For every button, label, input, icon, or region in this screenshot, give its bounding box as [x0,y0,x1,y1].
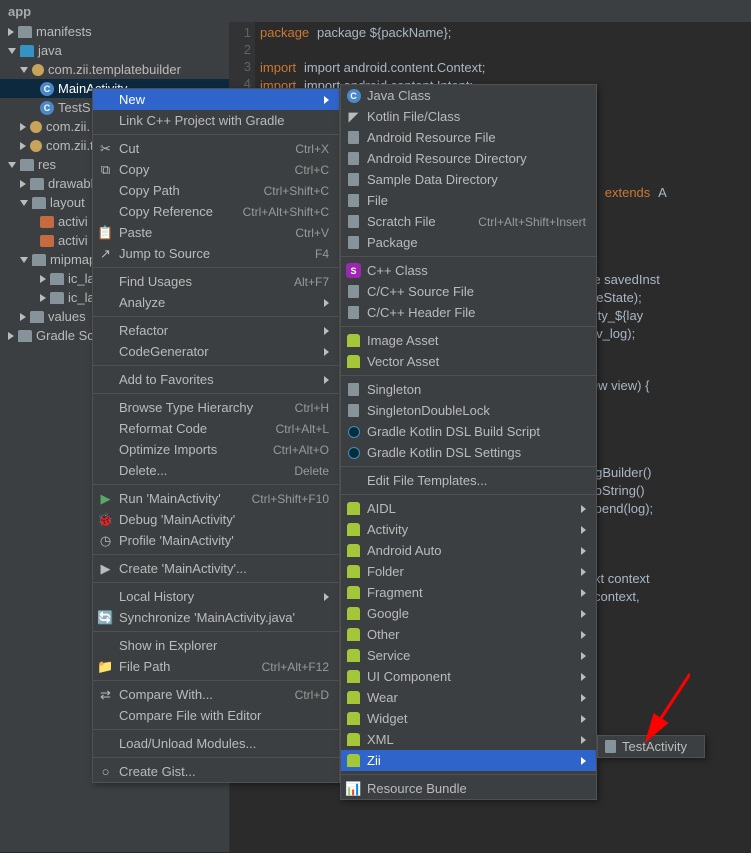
tree-manifests[interactable]: manifests [0,22,229,41]
menu-refactor[interactable]: Refactor [93,320,339,341]
menu-google[interactable]: Google [341,603,596,624]
menu-reformat[interactable]: Reformat CodeCtrl+Alt+L [93,418,339,439]
menu-aidl[interactable]: AIDL [341,498,596,519]
menu-image-asset[interactable]: Image Asset [341,330,596,351]
menu-java-class[interactable]: CJava Class [341,85,596,106]
menu-edit-templates[interactable]: Edit File Templates... [341,470,596,491]
menu-delete[interactable]: Delete...Delete [93,460,339,481]
menu-codegen[interactable]: CodeGenerator [93,341,339,362]
menu-jump[interactable]: ↗Jump to SourceF4 [93,243,339,264]
folder-icon: 📁 [98,659,113,674]
menu-debug[interactable]: 🐞Debug 'MainActivity' [93,509,339,530]
menu-cpp-source[interactable]: C/C++ Source File [341,281,596,302]
cut-icon: ✂ [98,141,113,156]
menu-vector-asset[interactable]: Vector Asset [341,351,596,372]
menu-analyze[interactable]: Analyze [93,292,339,313]
menu-gradle-build[interactable]: Gradle Kotlin DSL Build Script [341,421,596,442]
new-submenu: CJava Class ◤Kotlin File/Class Android R… [340,84,597,800]
menu-singleton-dl[interactable]: SingletonDoubleLock [341,400,596,421]
menu-xml[interactable]: XML [341,729,596,750]
menu-copy[interactable]: ⧉CopyCtrl+C [93,159,339,180]
copy-icon: ⧉ [98,162,113,177]
menu-zii[interactable]: Zii [341,750,596,771]
menu-kotlin[interactable]: ◤Kotlin File/Class [341,106,596,127]
menu-sample-data[interactable]: Sample Data Directory [341,169,596,190]
context-menu: New Link C++ Project with Gradle ✂CutCtr… [92,88,340,783]
menu-new[interactable]: New [93,89,339,110]
bundle-icon: 📊 [346,781,361,796]
run-icon: ▶ [98,491,113,506]
menu-compare-file[interactable]: Compare File with Editor [93,705,339,726]
jump-icon: ↗ [98,246,113,261]
menu-other[interactable]: Other [341,624,596,645]
menu-android-res-file[interactable]: Android Resource File [341,127,596,148]
menu-fragment[interactable]: Fragment [341,582,596,603]
menu-find-usages[interactable]: Find UsagesAlt+F7 [93,271,339,292]
menu-singleton[interactable]: Singleton [341,379,596,400]
menu-file-path[interactable]: 📁File PathCtrl+Alt+F12 [93,656,339,677]
debug-icon: 🐞 [98,512,113,527]
menu-create[interactable]: ▶Create 'MainActivity'... [93,558,339,579]
menu-gradle-settings[interactable]: Gradle Kotlin DSL Settings [341,442,596,463]
menu-cpp-header[interactable]: C/C++ Header File [341,302,596,323]
menu-show-explorer[interactable]: Show in Explorer [93,635,339,656]
menu-file[interactable]: File [341,190,596,211]
create-icon: ▶ [98,561,113,576]
menu-android-auto[interactable]: Android Auto [341,540,596,561]
tree-java[interactable]: java [0,41,229,60]
menu-optimize[interactable]: Optimize ImportsCtrl+Alt+O [93,439,339,460]
profile-icon: ◷ [98,533,113,548]
menu-create-gist[interactable]: ○Create Gist... [93,761,339,782]
menu-activity[interactable]: Activity [341,519,596,540]
menu-add-favorites[interactable]: Add to Favorites [93,369,339,390]
menu-copy-ref[interactable]: Copy ReferenceCtrl+Alt+Shift+C [93,201,339,222]
menu-local-history[interactable]: Local History [93,586,339,607]
menu-wear[interactable]: Wear [341,687,596,708]
menu-resource-bundle[interactable]: 📊Resource Bundle [341,778,596,799]
zii-submenu: TestActivity [597,735,705,758]
kotlin-icon: ◤ [346,109,361,124]
menu-run[interactable]: ▶Run 'MainActivity'Ctrl+Shift+F10 [93,488,339,509]
menu-test-activity[interactable]: TestActivity [598,736,704,757]
menu-folder[interactable]: Folder [341,561,596,582]
menu-profile[interactable]: ◷Profile 'MainActivity' [93,530,339,551]
gist-icon: ○ [98,764,113,779]
menu-cut[interactable]: ✂CutCtrl+X [93,138,339,159]
menu-synchronize[interactable]: 🔄Synchronize 'MainActivity.java' [93,607,339,628]
menu-compare-with[interactable]: ⇄Compare With...Ctrl+D [93,684,339,705]
menu-android-res-dir[interactable]: Android Resource Directory [341,148,596,169]
menu-link-cpp[interactable]: Link C++ Project with Gradle [93,110,339,131]
tree-pkg1[interactable]: com.zii.templatebuilder [0,60,229,79]
menu-copy-path[interactable]: Copy PathCtrl+Shift+C [93,180,339,201]
menu-cpp-class[interactable]: SC++ Class [341,260,596,281]
menu-widget[interactable]: Widget [341,708,596,729]
menu-ui-component[interactable]: UI Component [341,666,596,687]
paste-icon: 📋 [98,225,113,240]
menu-browse-type[interactable]: Browse Type HierarchyCtrl+H [93,397,339,418]
titlebar: app [0,0,751,23]
menu-service[interactable]: Service [341,645,596,666]
menu-paste[interactable]: 📋PasteCtrl+V [93,222,339,243]
compare-icon: ⇄ [98,687,113,702]
sync-icon: 🔄 [98,610,113,625]
menu-scratch[interactable]: Scratch FileCtrl+Alt+Shift+Insert [341,211,596,232]
menu-load-unload[interactable]: Load/Unload Modules... [93,733,339,754]
menu-package[interactable]: Package [341,232,596,253]
